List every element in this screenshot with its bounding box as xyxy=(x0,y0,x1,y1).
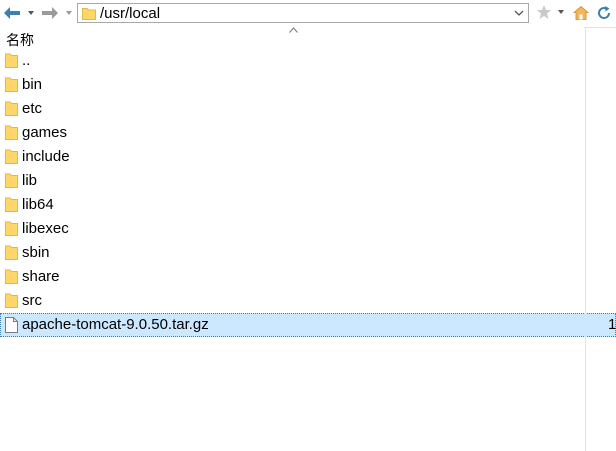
file-name: .. xyxy=(22,52,31,69)
file-name: libexec xyxy=(22,220,69,237)
folder-icon xyxy=(5,173,18,188)
refresh-icon[interactable] xyxy=(596,5,612,21)
file-icon xyxy=(5,317,18,333)
file-size: 1 xyxy=(608,316,616,333)
list-item-selected[interactable]: apache-tomcat-9.0.50.tar.gz 1 xyxy=(0,313,616,337)
list-item[interactable]: games xyxy=(0,121,616,145)
file-name: lib64 xyxy=(22,196,54,213)
chevron-down-icon[interactable] xyxy=(513,7,525,19)
file-name: lib xyxy=(22,172,38,189)
file-name: include xyxy=(22,148,70,165)
toolbar: /usr/local xyxy=(0,0,616,28)
list-item[interactable]: bin xyxy=(0,73,616,97)
forward-dropdown-icon[interactable] xyxy=(66,11,72,15)
list-item[interactable]: libexec xyxy=(0,217,616,241)
home-icon[interactable] xyxy=(573,5,589,21)
list-item[interactable]: etc xyxy=(0,97,616,121)
list-item[interactable]: share xyxy=(0,265,616,289)
folder-icon xyxy=(82,8,96,20)
file-list: .. bin etc games include lib lib64 libex… xyxy=(0,49,616,337)
forward-button[interactable] xyxy=(40,4,72,22)
file-name: src xyxy=(22,292,42,309)
bookmark-dropdown-icon[interactable] xyxy=(558,10,564,14)
path-input[interactable]: /usr/local xyxy=(77,3,529,23)
list-item[interactable]: .. xyxy=(0,49,616,73)
file-name: etc xyxy=(22,100,43,117)
folder-icon xyxy=(5,77,18,92)
folder-icon xyxy=(5,245,18,260)
file-browser-window: /usr/local 名称 .. bin etc games include l… xyxy=(0,0,616,451)
file-name: share xyxy=(22,268,60,285)
column-name-header[interactable]: 名称 xyxy=(6,30,34,50)
folder-icon xyxy=(5,269,18,284)
folder-icon xyxy=(5,293,18,308)
list-item[interactable]: sbin xyxy=(0,241,616,265)
file-name: games xyxy=(22,124,68,141)
list-item[interactable]: lib64 xyxy=(0,193,616,217)
folder-icon xyxy=(5,53,18,68)
column-header[interactable]: 名称 xyxy=(0,27,584,50)
bookmark-button[interactable] xyxy=(536,4,564,20)
folder-icon xyxy=(5,197,18,212)
path-text: /usr/local xyxy=(100,5,161,22)
arrow-right-icon xyxy=(42,7,58,19)
back-dropdown-icon[interactable] xyxy=(28,11,34,15)
list-item[interactable]: lib xyxy=(0,169,616,193)
file-name: apache-tomcat-9.0.50.tar.gz xyxy=(22,316,209,333)
arrow-left-icon xyxy=(4,7,20,19)
column-divider xyxy=(585,27,586,451)
folder-icon xyxy=(5,149,18,164)
list-item[interactable]: include xyxy=(0,145,616,169)
list-item[interactable]: src xyxy=(0,289,616,313)
file-name: sbin xyxy=(22,244,50,261)
folder-icon xyxy=(5,221,18,236)
folder-icon xyxy=(5,101,18,116)
star-icon xyxy=(537,5,551,19)
file-name: bin xyxy=(22,76,43,93)
folder-icon xyxy=(5,125,18,140)
sort-ascending-icon xyxy=(289,27,298,33)
back-button[interactable] xyxy=(2,4,34,22)
